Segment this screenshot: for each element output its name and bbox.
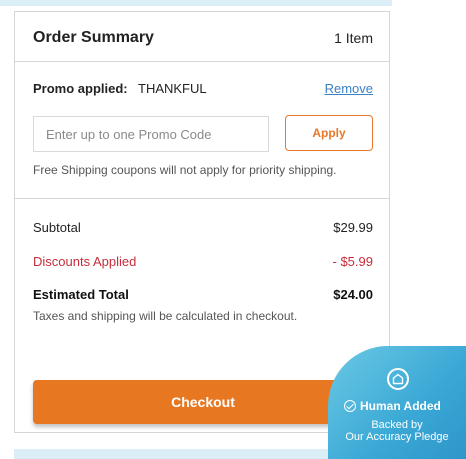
check-circle-icon [344, 400, 356, 412]
estimated-total-label: Estimated Total [33, 287, 129, 302]
order-summary-card: Order Summary 1 Item Promo applied: THAN… [14, 11, 390, 433]
promo-section: Promo applied: THANKFUL Remove Apply Fre… [15, 62, 389, 199]
accuracy-pledge-badge[interactable]: Human Added Backed by Our Accuracy Pledg… [328, 346, 466, 459]
promo-applied-label: Promo applied: [33, 81, 128, 96]
remove-promo-link[interactable]: Remove [325, 81, 373, 96]
shipping-note: Free Shipping coupons will not apply for… [33, 163, 337, 177]
checkout-button[interactable]: Checkout [33, 380, 373, 424]
promo-code-input[interactable] [33, 116, 269, 152]
subtotal-label: Subtotal [33, 220, 81, 235]
human-added-status: Human Added [344, 399, 441, 413]
human-added-label: Human Added [360, 399, 441, 413]
discount-label: Discounts Applied [33, 254, 137, 269]
discount-value: - $5.99 [332, 254, 373, 269]
backed-by-text: Backed by [371, 419, 423, 431]
order-summary-title: Order Summary [33, 29, 154, 46]
estimated-total-value: $24.00 [333, 287, 373, 302]
apply-promo-button[interactable]: Apply [285, 115, 373, 151]
top-divider-strip [0, 0, 392, 6]
order-summary-header: Order Summary 1 Item [15, 12, 389, 62]
pledge-name-text: Our Accuracy Pledge [345, 431, 449, 443]
shield-house-icon [387, 368, 409, 390]
subtotal-value: $29.99 [333, 220, 373, 235]
tax-note: Taxes and shipping will be calculated in… [33, 309, 298, 323]
item-count: 1 Item [334, 30, 373, 46]
promo-code-value: THANKFUL [138, 81, 207, 96]
